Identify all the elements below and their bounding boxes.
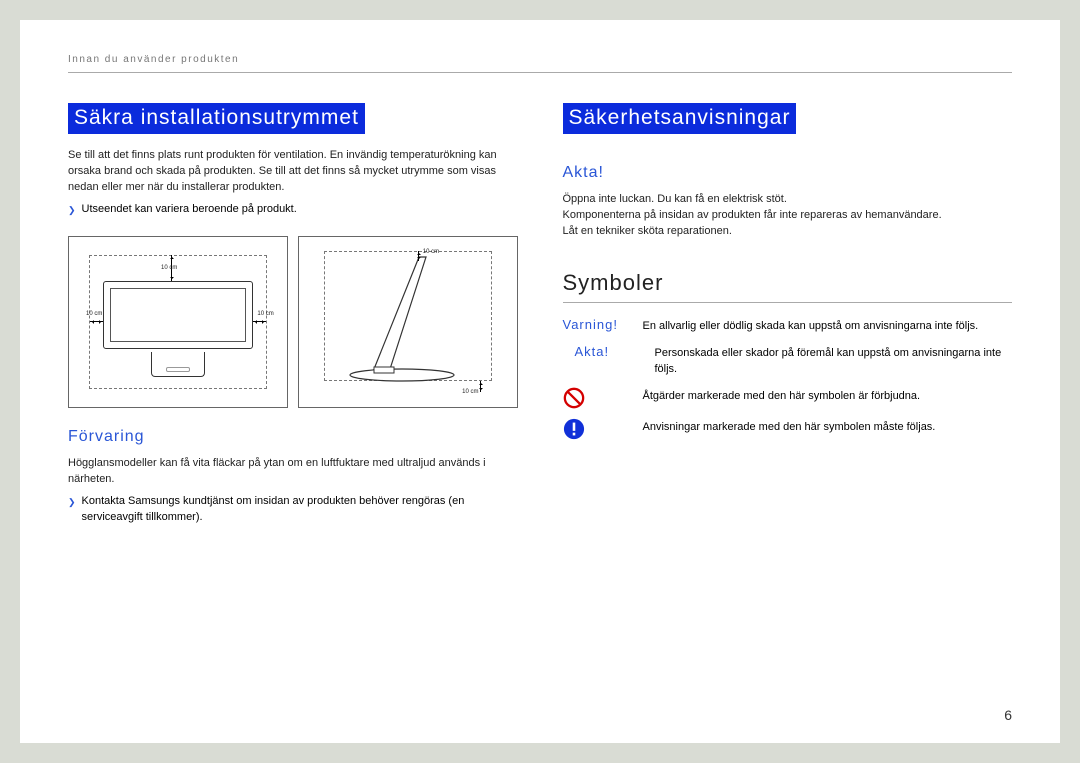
right-column: Säkerhetsanvisningar Akta! Öppna inte lu… xyxy=(563,103,1013,526)
bullet-icon: ❯ xyxy=(68,494,76,526)
heading-install-space: Säkra installationsutrymmet xyxy=(68,103,365,134)
bullet-icon: ❯ xyxy=(68,202,76,218)
caution-heading: Akta! xyxy=(563,164,1013,182)
heading-symbols: Symboler xyxy=(563,270,1013,296)
symbol-row-warning: Varning! En allvarlig eller dödlig skada… xyxy=(563,317,1013,335)
clearance-figures: 10 cm 10 cm 10 cm 10 cm 10 xyxy=(68,236,518,408)
figure-front-view: 10 cm 10 cm 10 cm xyxy=(68,236,288,408)
monitor-side-icon xyxy=(324,251,484,391)
storage-text: Högglansmodeller kan få vita fläckar på … xyxy=(68,456,518,488)
caution-line-2: Komponenterna på insidan av produkten få… xyxy=(563,208,1013,224)
symbol-row-caution: Akta! Personskada eller skador på föremå… xyxy=(563,344,1013,378)
symbol-row-forbidden: Åtgärder markerade med den här symbolen … xyxy=(563,387,1013,409)
page-number: 6 xyxy=(1004,707,1012,723)
dim-top-2: 10 cm xyxy=(423,249,439,255)
forbidden-icon xyxy=(563,387,643,409)
heading-safety: Säkerhetsanvisningar xyxy=(563,103,797,134)
note-appearance: ❯ Utseendet kan variera beroende på prod… xyxy=(68,202,518,218)
caution-line-3: Låt en tekniker sköta reparationen. xyxy=(563,224,1013,240)
intro-text: Se till att det finns plats runt produkt… xyxy=(68,148,518,196)
symbol-row-must: Anvisningar markerade med den här symbol… xyxy=(563,418,1013,440)
dim-bottom: 10 cm xyxy=(462,389,478,395)
label-warning: Varning! xyxy=(563,317,643,332)
left-column: Säkra installationsutrymmet Se till att … xyxy=(68,103,518,526)
caution-line-1: Öppna inte luckan. Du kan få en elektris… xyxy=(563,192,1013,208)
dim-left: 10 cm xyxy=(86,311,102,317)
divider xyxy=(563,302,1013,303)
label-caution: Akta! xyxy=(563,344,655,359)
dim-top: 10 cm xyxy=(161,265,177,271)
dim-right: 10 cm xyxy=(257,311,273,317)
storage-bullet: ❯ Kontakta Samsungs kundtjänst om insida… xyxy=(68,494,518,526)
heading-storage: Förvaring xyxy=(68,428,518,446)
content-columns: Säkra installationsutrymmet Se till att … xyxy=(68,103,1012,526)
figure-side-view: 10 cm 10 cm xyxy=(298,236,518,408)
manual-page: Innan du använder produkten Säkra instal… xyxy=(20,20,1060,743)
must-icon xyxy=(563,418,643,440)
running-head: Innan du använder produkten xyxy=(68,54,1012,73)
